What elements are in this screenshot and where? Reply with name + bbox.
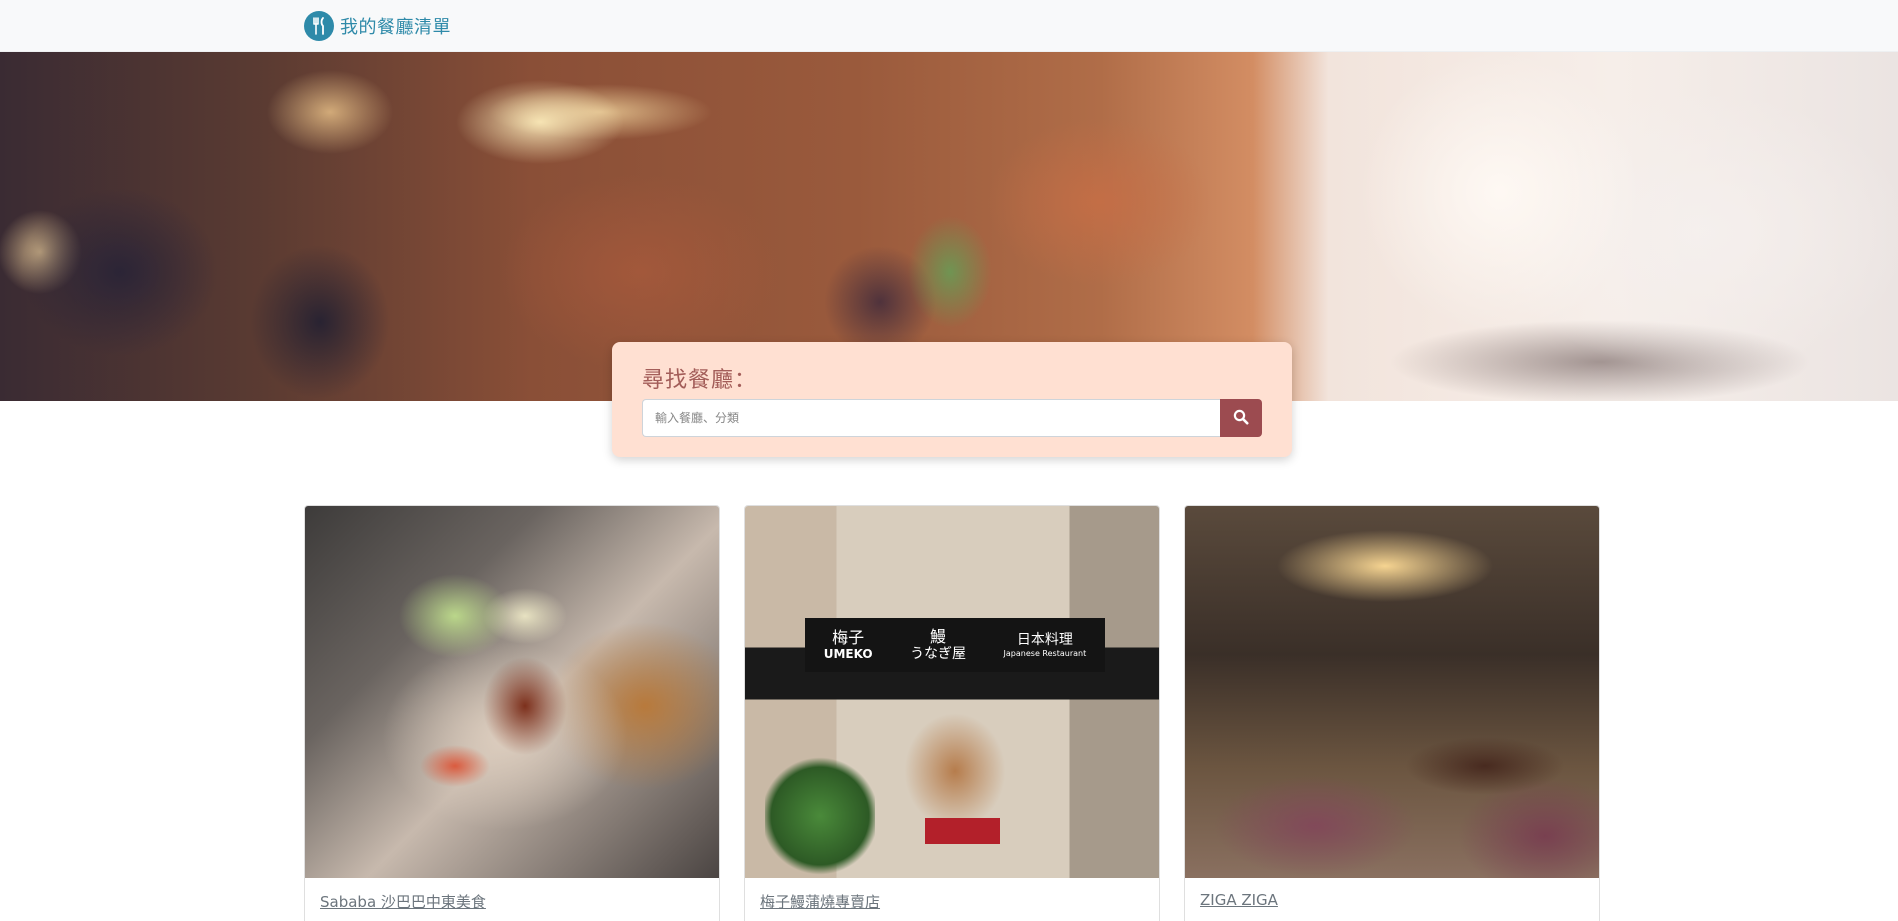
entrance-carpet xyxy=(925,818,1000,844)
restaurant-name-link[interactable]: 梅子鰻蒲燒專賣店 xyxy=(760,891,880,912)
search-panel: 尋找餐廳： xyxy=(612,342,1292,457)
restaurant-name-link[interactable]: Sababa 沙巴巴中東美食 xyxy=(320,891,486,912)
brand-title: 我的餐廳清單 xyxy=(340,17,451,38)
search-icon xyxy=(1233,409,1249,428)
sign-text: うなぎ屋 xyxy=(910,646,967,663)
storefront-sign: 梅子 UMEKO 鰻 うなぎ屋 日本料理 Japanese Restaurant xyxy=(805,618,1105,672)
restaurant-name-link[interactable]: ZIGA ZIGA xyxy=(1200,891,1278,909)
navbar: 我的餐廳清單 xyxy=(0,0,1898,52)
restaurant-image[interactable] xyxy=(305,506,719,878)
utensils-icon xyxy=(304,11,334,41)
potted-plant xyxy=(765,756,875,876)
restaurant-image[interactable] xyxy=(1185,506,1599,878)
sign-text: Japanese Restaurant xyxy=(1003,648,1087,658)
restaurant-card[interactable]: 梅子 UMEKO 鰻 うなぎ屋 日本料理 Japanese Restaurant… xyxy=(744,505,1160,921)
search-input[interactable] xyxy=(642,399,1233,437)
search-title: 尋找餐廳： xyxy=(642,368,758,393)
brand-link[interactable]: 我的餐廳清單 xyxy=(304,10,451,42)
sign-text: 鰻 xyxy=(930,627,947,646)
search-button[interactable] xyxy=(1220,399,1262,437)
restaurant-card[interactable]: ZIGA ZIGA xyxy=(1184,505,1600,921)
restaurant-image[interactable]: 梅子 UMEKO 鰻 うなぎ屋 日本料理 Japanese Restaurant xyxy=(745,506,1159,878)
sign-text: 日本料理 xyxy=(1016,631,1073,648)
restaurant-card[interactable]: Sababa 沙巴巴中東美食 xyxy=(304,505,720,921)
sign-text: 梅子 xyxy=(832,628,865,648)
sign-text: UMEKO xyxy=(823,647,873,662)
